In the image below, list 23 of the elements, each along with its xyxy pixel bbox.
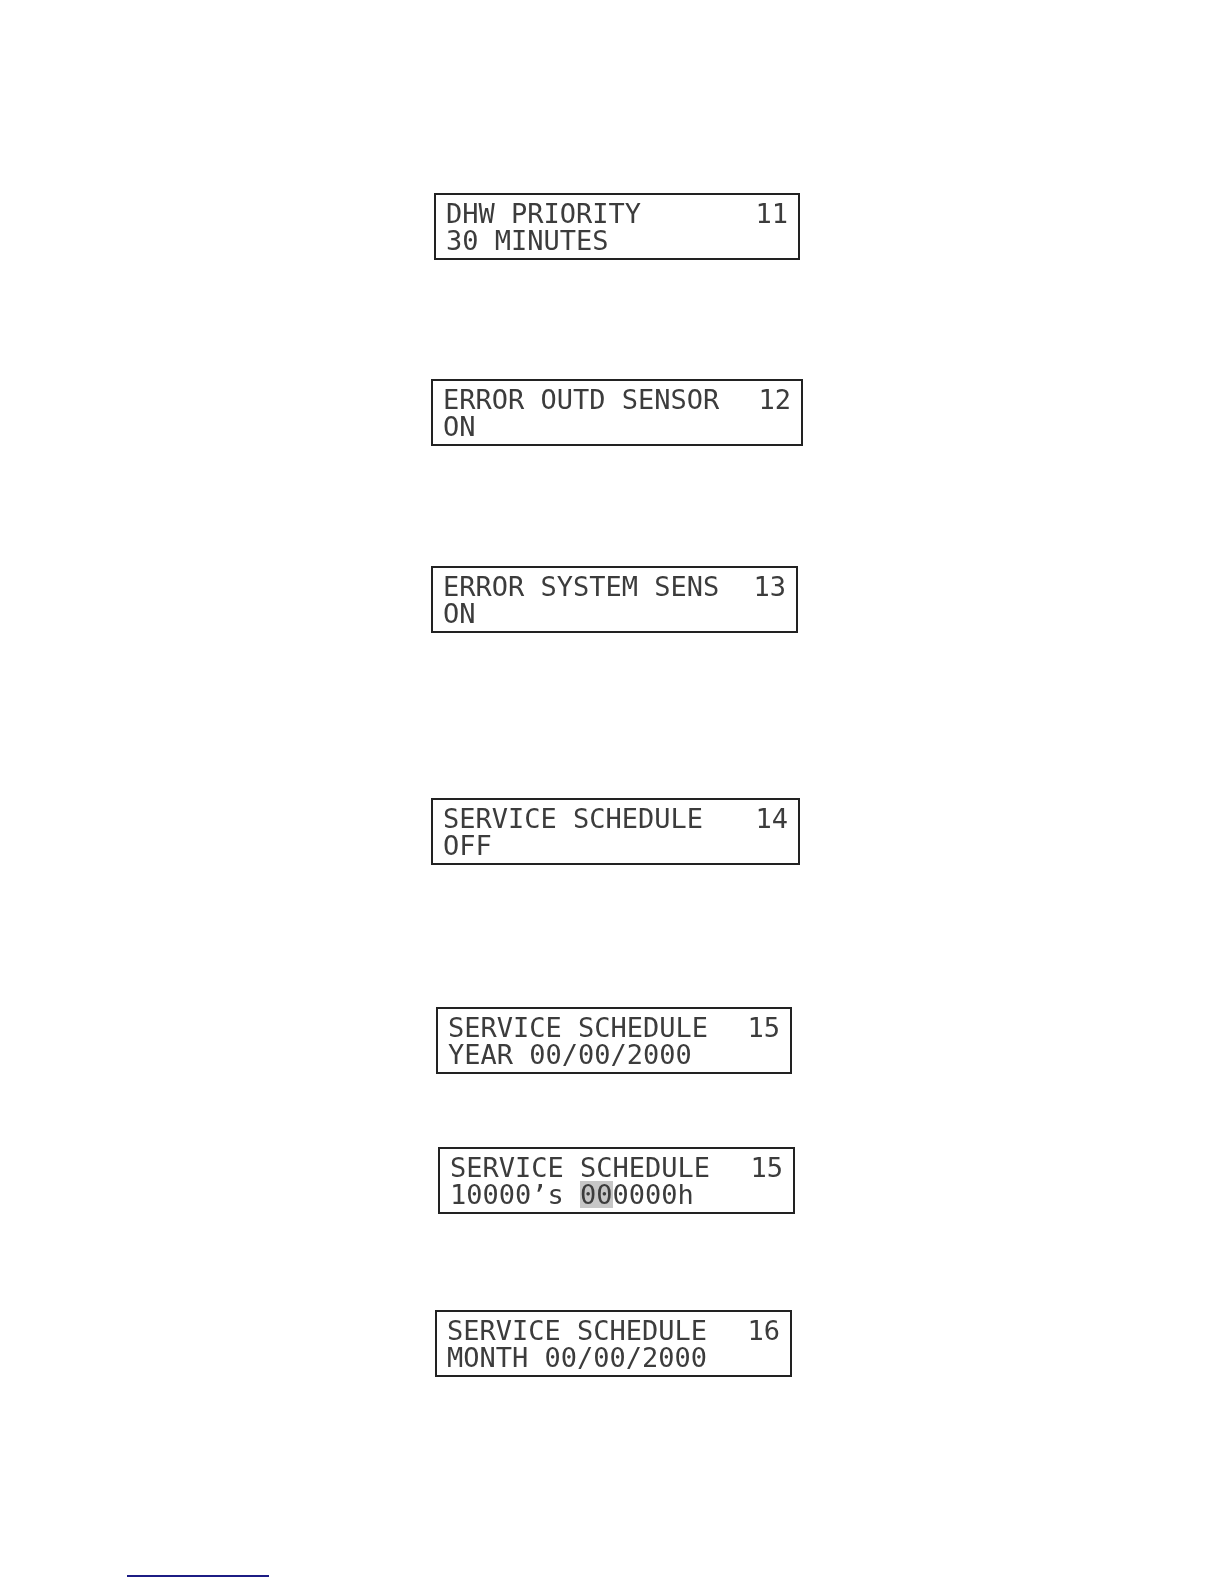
display-value: OFF xyxy=(443,832,492,859)
display-title: ERROR SYSTEM SENS xyxy=(443,573,720,600)
display-value: 30 MINUTES xyxy=(446,227,609,254)
display-value: MONTH 00/00/2000 xyxy=(447,1344,708,1371)
display-value: YEAR 00/00/2000 xyxy=(448,1041,692,1068)
display-number: 15 xyxy=(750,1154,783,1181)
display-number: 14 xyxy=(755,805,788,832)
display-title: DHW PRIORITY xyxy=(446,200,642,227)
display-number: 11 xyxy=(755,200,788,227)
display-title: SERVICE SCHEDULE xyxy=(447,1317,708,1344)
display-title: SERVICE SCHEDULE xyxy=(450,1154,711,1181)
display-number: 16 xyxy=(747,1317,780,1344)
cursor-digits: 00 xyxy=(580,1181,613,1208)
display-number: 12 xyxy=(758,386,791,413)
display-title: SERVICE SCHEDULE xyxy=(443,805,704,832)
display-value: 10000’s xyxy=(450,1181,564,1208)
digits-text: 0000h xyxy=(612,1181,694,1208)
display-number: 15 xyxy=(747,1014,780,1041)
display-value: ON xyxy=(443,413,476,440)
display-title: ERROR OUTD SENSOR xyxy=(443,386,720,413)
display-number: 13 xyxy=(753,573,786,600)
display-value: ON xyxy=(443,600,476,627)
display-title: SERVICE SCHEDULE xyxy=(448,1014,709,1041)
